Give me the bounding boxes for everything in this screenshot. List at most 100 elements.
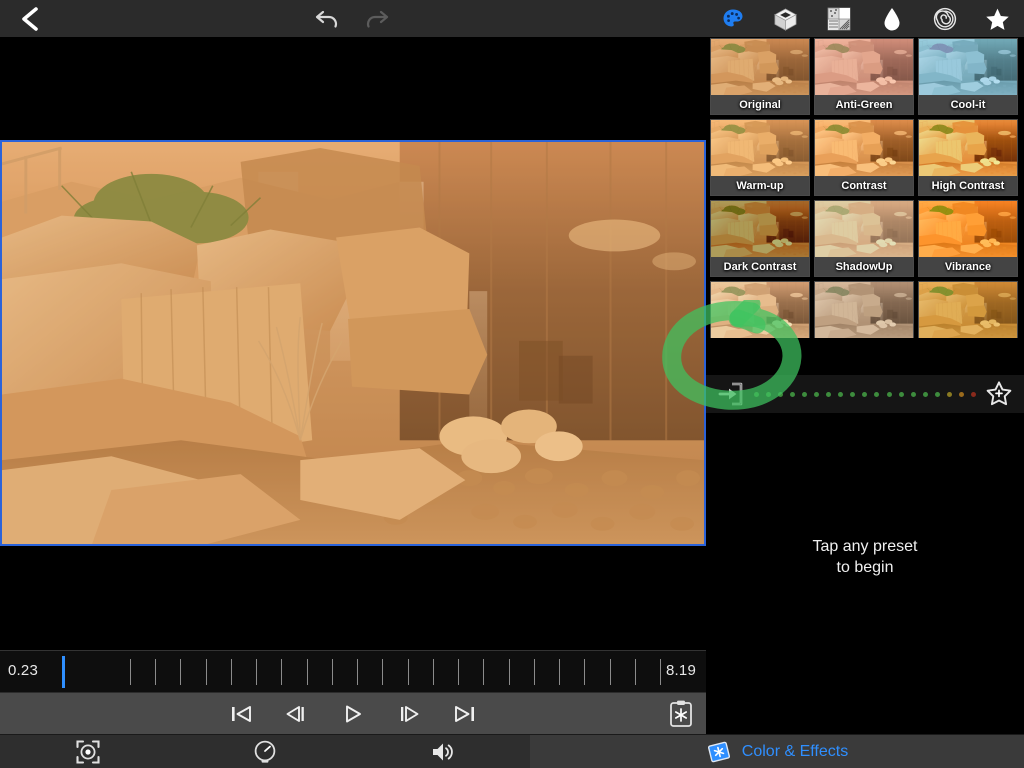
timeline-scrubber[interactable]: 0.23 8.19	[0, 650, 706, 692]
preset-cell[interactable]: Cool-it	[918, 38, 1018, 115]
preset-thumbnail	[815, 120, 913, 176]
preset-thumbnail	[919, 282, 1017, 338]
preset-dot	[959, 392, 964, 397]
timeline-tick	[534, 659, 535, 685]
speaker-icon	[429, 739, 455, 765]
chevron-left-icon	[19, 5, 41, 33]
play-button[interactable]	[336, 697, 370, 731]
palette-icon-button[interactable]	[713, 0, 753, 38]
preset-cell[interactable]	[710, 281, 810, 338]
redo-arrow-icon	[363, 8, 389, 30]
freeze-frame-button[interactable]	[664, 697, 698, 731]
cube-icon	[773, 7, 798, 32]
preset-cell[interactable]: High Contrast	[918, 119, 1018, 196]
step-back-icon	[285, 703, 309, 725]
top-toolbar	[0, 0, 1024, 38]
video-preview-image	[2, 142, 704, 546]
timeline-tick	[509, 659, 510, 685]
color-effects-icon	[706, 739, 732, 765]
preset-cell[interactable]: ShadowUp	[814, 200, 914, 277]
timeline-tick	[610, 659, 611, 685]
cube-icon-button[interactable]	[766, 0, 806, 38]
tab-volume[interactable]	[353, 735, 530, 768]
freeze-frame-clipboard-icon	[668, 699, 694, 729]
spiral-icon-button[interactable]	[925, 0, 965, 38]
skip-to-start-icon	[229, 703, 253, 725]
timeline-tick	[332, 659, 333, 685]
preset-cell[interactable]	[918, 281, 1018, 338]
speedometer-icon	[252, 739, 278, 765]
tab-speed[interactable]	[177, 735, 354, 768]
timeline-tick	[433, 659, 434, 685]
skip-to-start-button[interactable]	[224, 697, 258, 731]
checker-grid-icon-button[interactable]	[819, 0, 859, 38]
preset-dot	[923, 392, 928, 397]
timeline-tick	[584, 659, 585, 685]
preset-dot	[899, 392, 904, 397]
undo-button[interactable]	[306, 0, 350, 38]
preset-thumbnail	[815, 282, 913, 338]
preset-thumbnail	[919, 39, 1017, 95]
preset-dot	[826, 392, 831, 397]
preset-thumbnail	[815, 39, 913, 95]
preset-row: Warm-up	[706, 119, 1024, 196]
tab-color-effects[interactable]: Color & Effects	[530, 735, 1024, 768]
crop-frame-icon	[75, 739, 101, 765]
timeline-tick	[231, 659, 232, 685]
add-favorite-preset-button[interactable]	[982, 377, 1016, 411]
tab-color-effects-label: Color & Effects	[742, 743, 848, 761]
bottom-tab-bar: Color & Effects	[0, 734, 1024, 768]
redo-button[interactable]	[354, 0, 398, 38]
preset-hint-line1: Tap any preset	[706, 536, 1024, 557]
preset-grid: Original	[706, 38, 1024, 338]
app-root: 0.23 8.19	[0, 0, 1024, 768]
total-time-label: 8.19	[666, 662, 696, 679]
preset-thumbnail	[711, 39, 809, 95]
preset-panel: Original	[706, 38, 1024, 734]
timeline-tick	[357, 659, 358, 685]
preset-thumbnail	[711, 282, 809, 338]
preset-cell[interactable]: Anti-Green	[814, 38, 914, 115]
droplet-icon-button[interactable]	[872, 0, 912, 38]
preset-cell[interactable]: Contrast	[814, 119, 914, 196]
preset-cell[interactable]: Vibrance	[918, 200, 1018, 277]
preset-label: Warm-up	[711, 178, 809, 195]
preset-dot	[971, 392, 976, 397]
preset-row: Dark Contrast	[706, 200, 1024, 277]
preset-cell[interactable]: Warm-up	[710, 119, 810, 196]
timeline-tick	[206, 659, 207, 685]
preset-thumbnail	[919, 120, 1017, 176]
preset-dot	[874, 392, 879, 397]
current-time-label: 0.23	[8, 662, 38, 679]
skip-to-end-button[interactable]	[448, 697, 482, 731]
preset-dot	[838, 392, 843, 397]
undo-arrow-icon	[315, 8, 341, 30]
timeline-tick	[559, 659, 560, 685]
preset-dot	[778, 392, 783, 397]
preset-dot	[790, 392, 795, 397]
timeline-tick	[180, 659, 181, 685]
preset-hint: Tap any preset to begin	[706, 536, 1024, 578]
timeline-tick	[458, 659, 459, 685]
timeline-tick	[281, 659, 282, 685]
preset-label: Anti-Green	[815, 97, 913, 114]
preset-cell[interactable]	[814, 281, 914, 338]
preset-thumbnail	[711, 201, 809, 257]
preset-dot	[850, 392, 855, 397]
import-preset-button[interactable]	[714, 379, 748, 409]
step-forward-button[interactable]	[392, 697, 426, 731]
preset-cell[interactable]: Original	[710, 38, 810, 115]
video-preview-frame[interactable]	[0, 140, 706, 546]
preset-cell[interactable]: Dark Contrast	[710, 200, 810, 277]
star-icon	[985, 7, 1010, 32]
back-button[interactable]	[8, 0, 52, 38]
preset-dot	[802, 392, 807, 397]
tab-crop[interactable]	[0, 735, 177, 768]
step-back-button[interactable]	[280, 697, 314, 731]
timeline-tick	[307, 659, 308, 685]
timeline-tick	[408, 659, 409, 685]
star-icon-button[interactable]	[978, 0, 1018, 38]
effects-tool-icon-row	[706, 0, 1024, 38]
timeline-tick	[660, 659, 661, 685]
playhead-indicator[interactable]	[62, 656, 65, 688]
